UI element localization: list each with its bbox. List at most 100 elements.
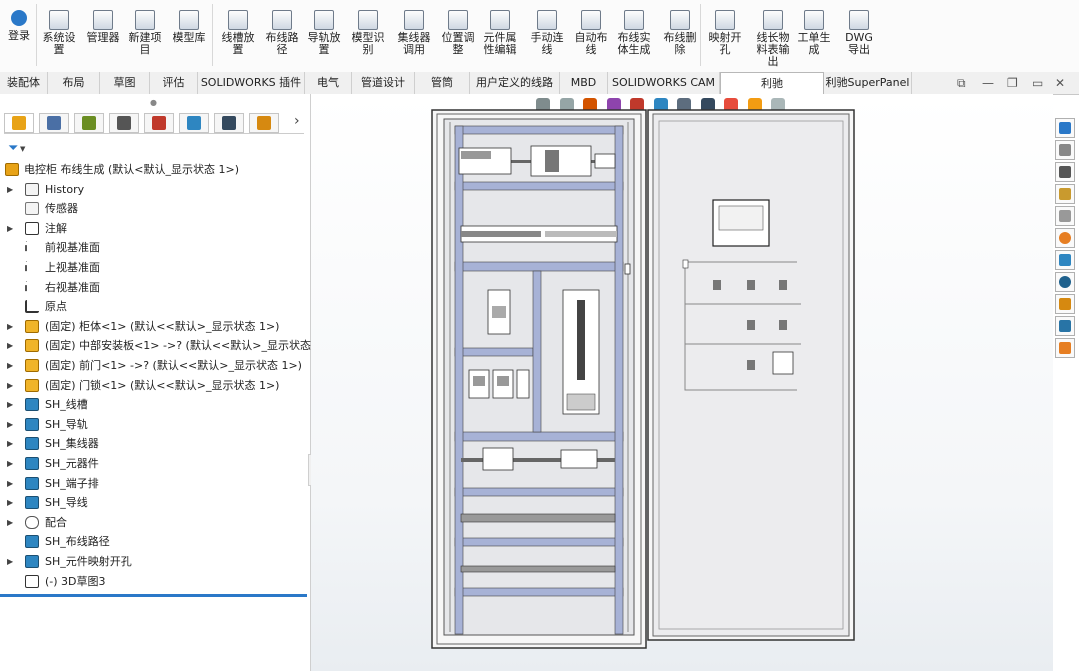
panel-tab-harness[interactable] (249, 113, 279, 133)
tree-item[interactable]: ▶ SH_元件映射开孔 (0, 552, 310, 571)
task-pane-community[interactable] (1055, 272, 1075, 292)
tree-item[interactable]: ▶ SH_导线 (0, 493, 310, 512)
ribbon-button-manual-wire[interactable]: 手动连线 (528, 4, 566, 68)
expand-arrow-icon[interactable]: ▶ (7, 336, 15, 355)
task-pane-harness[interactable] (1055, 294, 1075, 314)
task-pane-view-palette[interactable] (1055, 206, 1075, 226)
task-pane-resources[interactable] (1055, 140, 1075, 160)
panel-tab-scroll-icon[interactable]: › (294, 113, 300, 129)
tab-12[interactable]: 利驰SuperPanel (824, 72, 912, 94)
rollback-bar[interactable] (0, 594, 307, 597)
tree-item[interactable]: ▶ SH_元器件 (0, 454, 310, 473)
ribbon-button-settings[interactable]: 系统设置 (40, 4, 78, 68)
ribbon-button-wire-entity[interactable]: 布线实体生成 (614, 4, 654, 68)
ribbon-button-route-path[interactable]: 布线路径 (262, 4, 302, 68)
tree-item[interactable]: ▶ SH_线槽 (0, 395, 310, 414)
tab-8[interactable]: 用户定义的线路 (470, 72, 560, 94)
panel-tab-feature-manager[interactable] (4, 113, 34, 133)
ribbon-button-dwg-export[interactable]: DWG导出 (840, 4, 878, 68)
panel-tab-display-manager[interactable] (144, 113, 174, 133)
ribbon-button-manager[interactable]: 管理器 (84, 4, 122, 68)
tab-10[interactable]: SOLIDWORKS CAM (608, 72, 720, 94)
filter-icon[interactable]: ⏷ (8, 141, 18, 156)
panel-tab-electrical[interactable] (214, 113, 244, 133)
panel-tab-cam[interactable] (179, 113, 209, 133)
minimize-icon[interactable]: — (982, 76, 994, 90)
graphics-area[interactable] (311, 94, 1053, 671)
tree-item[interactable]: 传感器 (0, 199, 310, 218)
tree-item[interactable]: ▶ (固定) 门锁<1> (默认<<默认>_显示状态 1>) (0, 376, 310, 395)
tree-item[interactable]: (-) 3D草图3 (0, 572, 310, 591)
panel-tab-property-manager[interactable] (39, 113, 69, 133)
tab-3[interactable]: 评估 (150, 72, 198, 94)
panel-tab-dimxpert[interactable] (109, 113, 139, 133)
task-pane-design-library[interactable] (1055, 162, 1075, 182)
tab-6[interactable]: 管道设计 (352, 72, 415, 94)
tree-item[interactable]: 前视基准面 (0, 238, 310, 257)
tree-item[interactable]: ▶ 注解 (0, 219, 310, 238)
tab-11[interactable]: 利驰 SuperHarness (720, 72, 824, 111)
ribbon-button-hub-call[interactable]: 集线器调用 (394, 4, 434, 68)
expand-arrow-icon[interactable]: ▶ (7, 219, 15, 238)
expand-arrow-icon[interactable]: ▶ (7, 552, 15, 571)
login-button[interactable]: 登录 (4, 4, 34, 68)
task-pane-file-explorer[interactable] (1055, 184, 1075, 204)
ribbon-button-duct-place[interactable]: 线槽放置 (218, 4, 258, 68)
tree-item[interactable]: ▶ History (0, 180, 310, 199)
ribbon-button-component-edit[interactable]: 元件属性编辑 (480, 4, 520, 68)
ribbon-button-wire-delete[interactable]: 布线删除 (660, 4, 700, 68)
expand-arrow-icon[interactable]: ▶ (7, 376, 15, 395)
tab-1[interactable]: 布局 (48, 72, 100, 94)
tree-item[interactable]: ▶ SH_端子排 (0, 474, 310, 493)
tree-item[interactable]: 右视基准面 (0, 278, 310, 297)
tab-5[interactable]: 电气 (305, 72, 352, 94)
expand-arrow-icon[interactable]: ▶ (7, 415, 15, 434)
ribbon-button-position-adjust[interactable]: 位置调整 (438, 4, 478, 68)
maximize-icon[interactable]: ❐ (1007, 76, 1018, 90)
filter-dropdown-icon[interactable]: ▼ (20, 145, 25, 153)
tab-4[interactable]: SOLIDWORKS 插件 (198, 72, 305, 94)
expand-arrow-icon[interactable]: ▶ (7, 434, 15, 453)
tree-item[interactable]: 原点 (0, 297, 310, 316)
expand-arrow-icon[interactable]: ▶ (7, 513, 15, 532)
ribbon-button-rail-place[interactable]: 导轨放置 (304, 4, 344, 68)
task-pane-forum[interactable] (1055, 316, 1075, 336)
restore-view-icon[interactable]: ⧉ (957, 76, 966, 91)
tab-9[interactable]: MBD (560, 72, 608, 94)
close-icon[interactable]: ✕ (1055, 76, 1065, 90)
folder-icon (25, 496, 39, 510)
panel-tab-configuration-manager[interactable] (74, 113, 104, 133)
tree-item[interactable]: 上视基准面 (0, 258, 310, 277)
ribbon-button-bom-output[interactable]: 线长物料表输出 (754, 4, 792, 68)
ribbon-button-work-order[interactable]: 工单生成 (796, 4, 832, 68)
ribbon-button-new-project[interactable]: 新建项目 (126, 4, 164, 68)
tile-icon[interactable]: ▭ (1032, 76, 1043, 90)
tree-item[interactable]: ▶ SH_集线器 (0, 434, 310, 453)
tree-item[interactable]: ▶ SH_导轨 (0, 415, 310, 434)
task-pane-appearances[interactable] (1055, 228, 1075, 248)
expand-arrow-icon[interactable]: ▶ (7, 317, 15, 336)
task-pane-superpanel[interactable] (1055, 338, 1075, 358)
tab-0[interactable]: 装配体 (0, 72, 48, 94)
tab-2[interactable]: 草图 (100, 72, 150, 94)
task-pane-custom-properties[interactable] (1055, 250, 1075, 270)
tree-root[interactable]: 电控柜 布线生成 (默认<默认_显示状态 1>) (0, 160, 310, 179)
panel-grip-icon[interactable]: ● (150, 98, 157, 107)
expand-arrow-icon[interactable]: ▶ (7, 356, 15, 375)
tree-item[interactable]: ▶ (固定) 前门<1> ->? (默认<<默认>_显示状态 1>) (0, 356, 310, 375)
ribbon-button-model-library[interactable]: 模型库 (170, 4, 208, 68)
ribbon-button-model-recognize[interactable]: 模型识别 (348, 4, 388, 68)
tree-item[interactable]: ▶ (固定) 中部安装板<1> ->? (默认<<默认>_显示状态 1 (0, 336, 321, 355)
expand-arrow-icon[interactable]: ▶ (7, 395, 15, 414)
ribbon-button-map-hole[interactable]: 映射开孔 (706, 4, 744, 68)
task-pane-home[interactable] (1055, 118, 1075, 138)
ribbon-button-auto-route[interactable]: 自动布线 (572, 4, 610, 68)
expand-arrow-icon[interactable]: ▶ (7, 454, 15, 473)
tree-item[interactable]: SH_布线路径 (0, 532, 310, 551)
expand-arrow-icon[interactable]: ▶ (7, 493, 15, 512)
expand-arrow-icon[interactable]: ▶ (7, 180, 15, 199)
expand-arrow-icon[interactable]: ▶ (7, 474, 15, 493)
tree-item[interactable]: ▶ 配合 (0, 513, 310, 532)
tree-item[interactable]: ▶ (固定) 柜体<1> (默认<<默认>_显示状态 1>) (0, 317, 310, 336)
tab-7[interactable]: 管筒 (415, 72, 470, 94)
